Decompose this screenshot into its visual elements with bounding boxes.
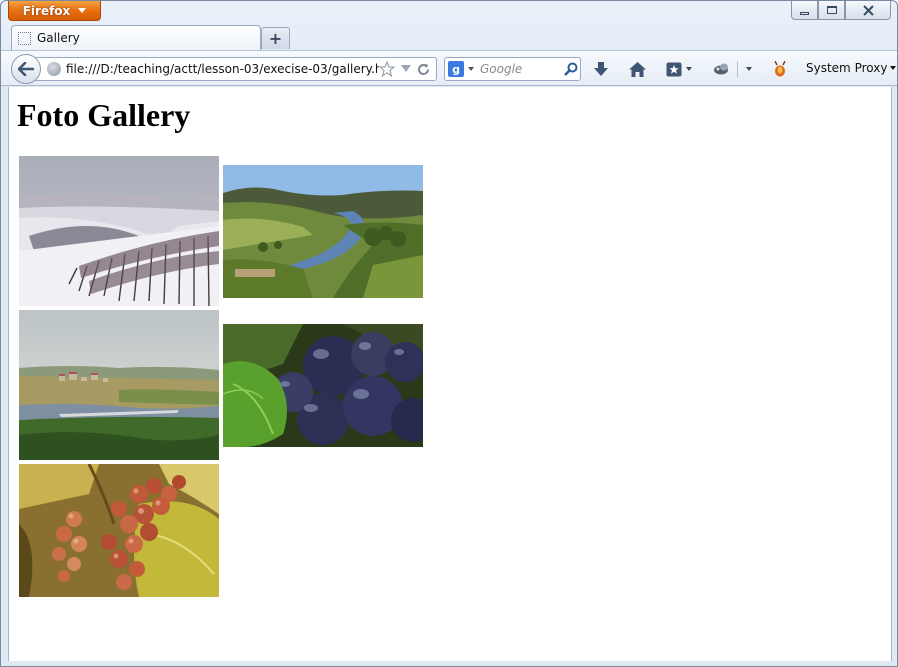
google-engine-icon[interactable]: g — [448, 61, 464, 77]
navigation-toolbar: file:///D:/teaching/actt/lesson-03/execi… — [1, 50, 897, 86]
star-icon[interactable] — [379, 61, 395, 77]
page-title: Foto Gallery — [17, 97, 191, 133]
gallery-image[interactable] — [19, 310, 219, 460]
toolbar-separator — [737, 61, 738, 77]
firefox-menu-label: Firefox — [22, 3, 71, 18]
search-icon[interactable] — [562, 62, 580, 76]
url-bar-icons — [379, 61, 436, 77]
engine-dropdown-icon[interactable] — [468, 67, 474, 71]
chevron-down-icon — [890, 66, 897, 70]
default-favicon-icon — [18, 31, 31, 45]
addon-dropdown-button[interactable] — [742, 60, 752, 78]
chevron-down-icon — [686, 67, 692, 71]
page-content: Foto Gallery — [8, 87, 892, 663]
new-tab-button[interactable]: + — [261, 27, 290, 49]
gallery-image[interactable] — [223, 165, 423, 298]
tab-gallery[interactable]: Gallery — [11, 25, 261, 50]
history-dropdown-icon[interactable] — [401, 65, 411, 73]
gallery-image[interactable] — [223, 324, 423, 447]
chevron-down-icon — [78, 8, 87, 13]
search-input[interactable]: Google — [480, 62, 562, 76]
blue-grapes-photo — [223, 324, 423, 447]
download-icon — [594, 61, 608, 76]
home-button[interactable] — [629, 60, 646, 78]
bookmarks-menu-button[interactable] — [666, 60, 692, 78]
minimize-button[interactable] — [791, 1, 818, 20]
tab-strip: Gallery + — [1, 25, 898, 50]
red-grapes-photo — [19, 464, 219, 597]
downloads-button[interactable] — [594, 60, 608, 78]
addon-button[interactable] — [713, 60, 730, 78]
close-button[interactable] — [845, 1, 891, 20]
snowy-vineyard-photo — [19, 156, 219, 306]
url-text[interactable]: file:///D:/teaching/actt/lesson-03/execi… — [66, 62, 379, 76]
tab-title: Gallery — [37, 31, 80, 45]
back-button[interactable] — [11, 54, 41, 84]
back-arrow-icon — [18, 62, 34, 76]
window-bottom-border — [1, 661, 897, 666]
url-bar[interactable]: file:///D:/teaching/actt/lesson-03/execi… — [31, 57, 437, 81]
bookmarks-menu-icon — [666, 62, 682, 76]
reload-icon[interactable] — [417, 63, 430, 76]
restore-icon — [826, 6, 837, 14]
chevron-down-icon — [746, 67, 752, 71]
browser-window: Firefox Gallery + file:///D:/teaching/ac… — [0, 0, 898, 667]
firefox-menu-button[interactable]: Firefox — [8, 1, 101, 21]
firebug-icon — [774, 61, 786, 77]
proxy-menu-button[interactable]: System Proxy — [806, 61, 897, 75]
search-bar[interactable]: g Google — [444, 57, 581, 81]
river-valley-photo — [223, 165, 423, 298]
minimize-icon — [800, 11, 809, 15]
plus-icon: + — [268, 29, 283, 48]
firebug-button[interactable] — [773, 60, 787, 78]
addon-icon — [714, 63, 728, 75]
river-village-photo — [19, 310, 219, 460]
site-identity-icon[interactable] — [47, 62, 61, 76]
home-icon — [629, 61, 646, 77]
gallery-image[interactable] — [19, 156, 219, 306]
window-controls — [791, 1, 891, 20]
close-icon — [862, 4, 874, 16]
proxy-label: System Proxy — [806, 61, 888, 75]
maximize-button[interactable] — [818, 1, 845, 20]
gallery-image[interactable] — [19, 464, 219, 597]
